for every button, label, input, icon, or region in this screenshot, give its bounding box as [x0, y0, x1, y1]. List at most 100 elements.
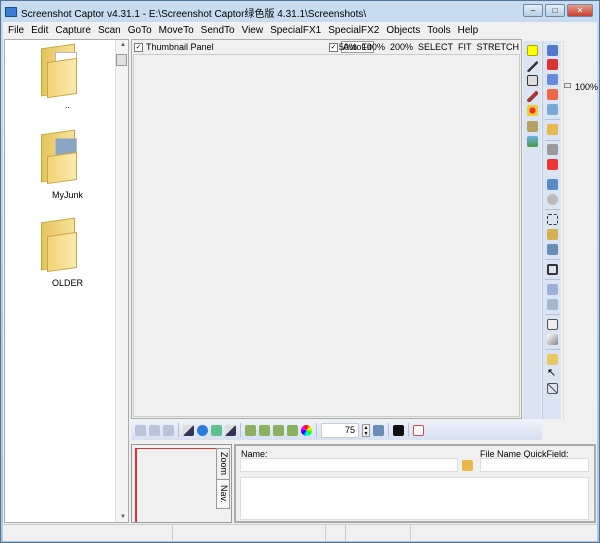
menu-sendto[interactable]: SendTo [201, 25, 235, 36]
settings-icon[interactable] [547, 194, 558, 205]
navigator-view[interactable] [135, 448, 216, 522]
eyedropper-icon[interactable] [527, 61, 538, 72]
save-icon[interactable] [547, 45, 558, 56]
append-image-icon[interactable] [259, 424, 270, 436]
combine-image-icon[interactable] [273, 424, 284, 436]
zoom-spinner[interactable]: ▲ ▼ [362, 423, 370, 437]
pdf-icon[interactable] [413, 424, 424, 436]
zoom-fit-icon[interactable] [373, 424, 384, 436]
image-icon[interactable] [527, 136, 538, 147]
close-image-icon[interactable] [547, 104, 558, 115]
delete-icon[interactable] [547, 59, 558, 70]
menu-bar: File Edit Capture Scan GoTo MoveTo SendT… [3, 22, 597, 38]
title-bar: Screenshot Captor v4.31.1 - E:\Screensho… [5, 4, 366, 20]
menu-moveto[interactable]: MoveTo [159, 25, 194, 36]
menu-specialfx2[interactable]: SpecialFX2 [328, 25, 379, 36]
navigator-panel: Zoom Nav. [131, 444, 232, 523]
split-image-icon[interactable] [287, 424, 298, 436]
comment-textarea[interactable] [240, 477, 589, 520]
pointer-icon[interactable]: ↖ [547, 368, 558, 379]
zoom-select[interactable]: SELECT [418, 42, 453, 52]
capture-object-icon[interactable] [163, 424, 174, 436]
autocrop-icon[interactable] [547, 229, 558, 240]
grid-icon[interactable] [547, 319, 558, 330]
menu-capture[interactable]: Capture [55, 25, 91, 36]
status-section [411, 525, 597, 541]
insert-image-icon[interactable] [245, 424, 256, 436]
layers-icon[interactable] [527, 121, 538, 132]
menu-tools[interactable]: Tools [427, 25, 450, 36]
upload-icon[interactable] [547, 159, 558, 170]
quickfield-input[interactable] [480, 458, 589, 472]
image-canvas[interactable] [133, 54, 520, 417]
send-to-icon[interactable] [547, 124, 558, 135]
brush-icon[interactable] [527, 91, 538, 102]
select-region-icon[interactable] [547, 214, 558, 225]
zoom-value-input[interactable]: 75 [321, 422, 359, 438]
capture-text-icon[interactable] [149, 424, 160, 436]
menu-objects[interactable]: Objects [386, 25, 420, 36]
print-icon[interactable] [547, 144, 558, 155]
resize-icon[interactable] [547, 244, 558, 255]
menu-scan[interactable]: Scan [98, 25, 121, 36]
scroll-thumb[interactable] [116, 54, 127, 66]
zoom-200[interactable]: 200% [390, 42, 413, 52]
maximize-button[interactable]: □ [545, 4, 565, 17]
scroll-up-icon[interactable]: ▲ [120, 42, 126, 48]
menu-view[interactable]: View [242, 25, 264, 36]
zoom-percent-label: 100% [575, 82, 599, 92]
menu-specialfx1[interactable]: SpecialFX1 [270, 25, 321, 36]
status-bar [3, 524, 597, 541]
wallpaper-icon[interactable] [547, 179, 558, 190]
capture-icon[interactable] [135, 424, 146, 436]
thumbnail-panel-checkbox[interactable]: ✓ [134, 42, 143, 52]
deselect-icon[interactable] [547, 383, 558, 394]
autofit-checkbox[interactable]: ✓ [329, 42, 338, 52]
scroll-down-icon[interactable]: ▼ [120, 514, 126, 520]
folder-icon [41, 129, 83, 185]
image-frame-icon[interactable] [527, 75, 538, 86]
zoom-fit[interactable]: FIT [458, 42, 472, 52]
rename-icon[interactable] [462, 460, 473, 471]
border-icon[interactable] [547, 284, 558, 295]
thumbnail-panel-label: Thumbnail Panel [146, 42, 214, 52]
name-input[interactable] [240, 458, 458, 472]
status-section [173, 525, 326, 541]
color-swatch-icon[interactable] [527, 45, 538, 56]
green-square-icon[interactable] [211, 424, 222, 436]
thumbnail-panel: .. MyJunk OLDER ▲ ▼ [4, 39, 129, 523]
mirror-icon[interactable] [225, 424, 236, 436]
menu-edit[interactable]: Edit [31, 25, 48, 36]
tab-nav[interactable]: Nav. [216, 479, 230, 509]
cursor-icon[interactable] [393, 424, 404, 436]
menu-file[interactable]: File [8, 25, 24, 36]
flip-icon[interactable] [183, 424, 194, 436]
folder-icon [41, 43, 83, 99]
shadow-icon[interactable] [547, 299, 558, 310]
zoom-slider[interactable] [563, 41, 571, 419]
minimize-button[interactable]: – [523, 4, 543, 17]
folder-label: MyJunk [51, 190, 83, 200]
edit-icon[interactable] [547, 74, 558, 85]
shapes-icon[interactable] [527, 105, 538, 116]
highlighter-icon[interactable] [547, 354, 558, 365]
window-title: Screenshot Captor v4.31.1 - E:\Screensho… [21, 8, 367, 20]
status-section [3, 525, 173, 541]
menu-help[interactable]: Help [458, 25, 479, 36]
app-window: Screenshot Captor v4.31.1 - E:\Screensho… [0, 0, 600, 543]
rotate-icon[interactable] [197, 424, 208, 436]
color-wheel-icon[interactable] [301, 424, 312, 436]
thumbnail-scrollbar[interactable]: ▲ ▼ [115, 40, 128, 522]
text-icon[interactable] [547, 89, 558, 100]
zoom-slider-handle[interactable] [564, 83, 571, 88]
menu-goto[interactable]: GoTo [128, 25, 152, 36]
crop-icon[interactable] [547, 264, 558, 275]
status-section [346, 525, 411, 541]
zoom-50[interactable]: 50% [339, 42, 357, 52]
tab-zoom[interactable]: Zoom [216, 448, 230, 480]
folder-icon [41, 217, 83, 273]
zoom-stretch[interactable]: STRETCH [477, 42, 520, 52]
zoom-100[interactable]: 100% [362, 42, 385, 52]
fade-icon[interactable] [547, 334, 558, 345]
close-button[interactable]: ✕ [567, 4, 593, 17]
